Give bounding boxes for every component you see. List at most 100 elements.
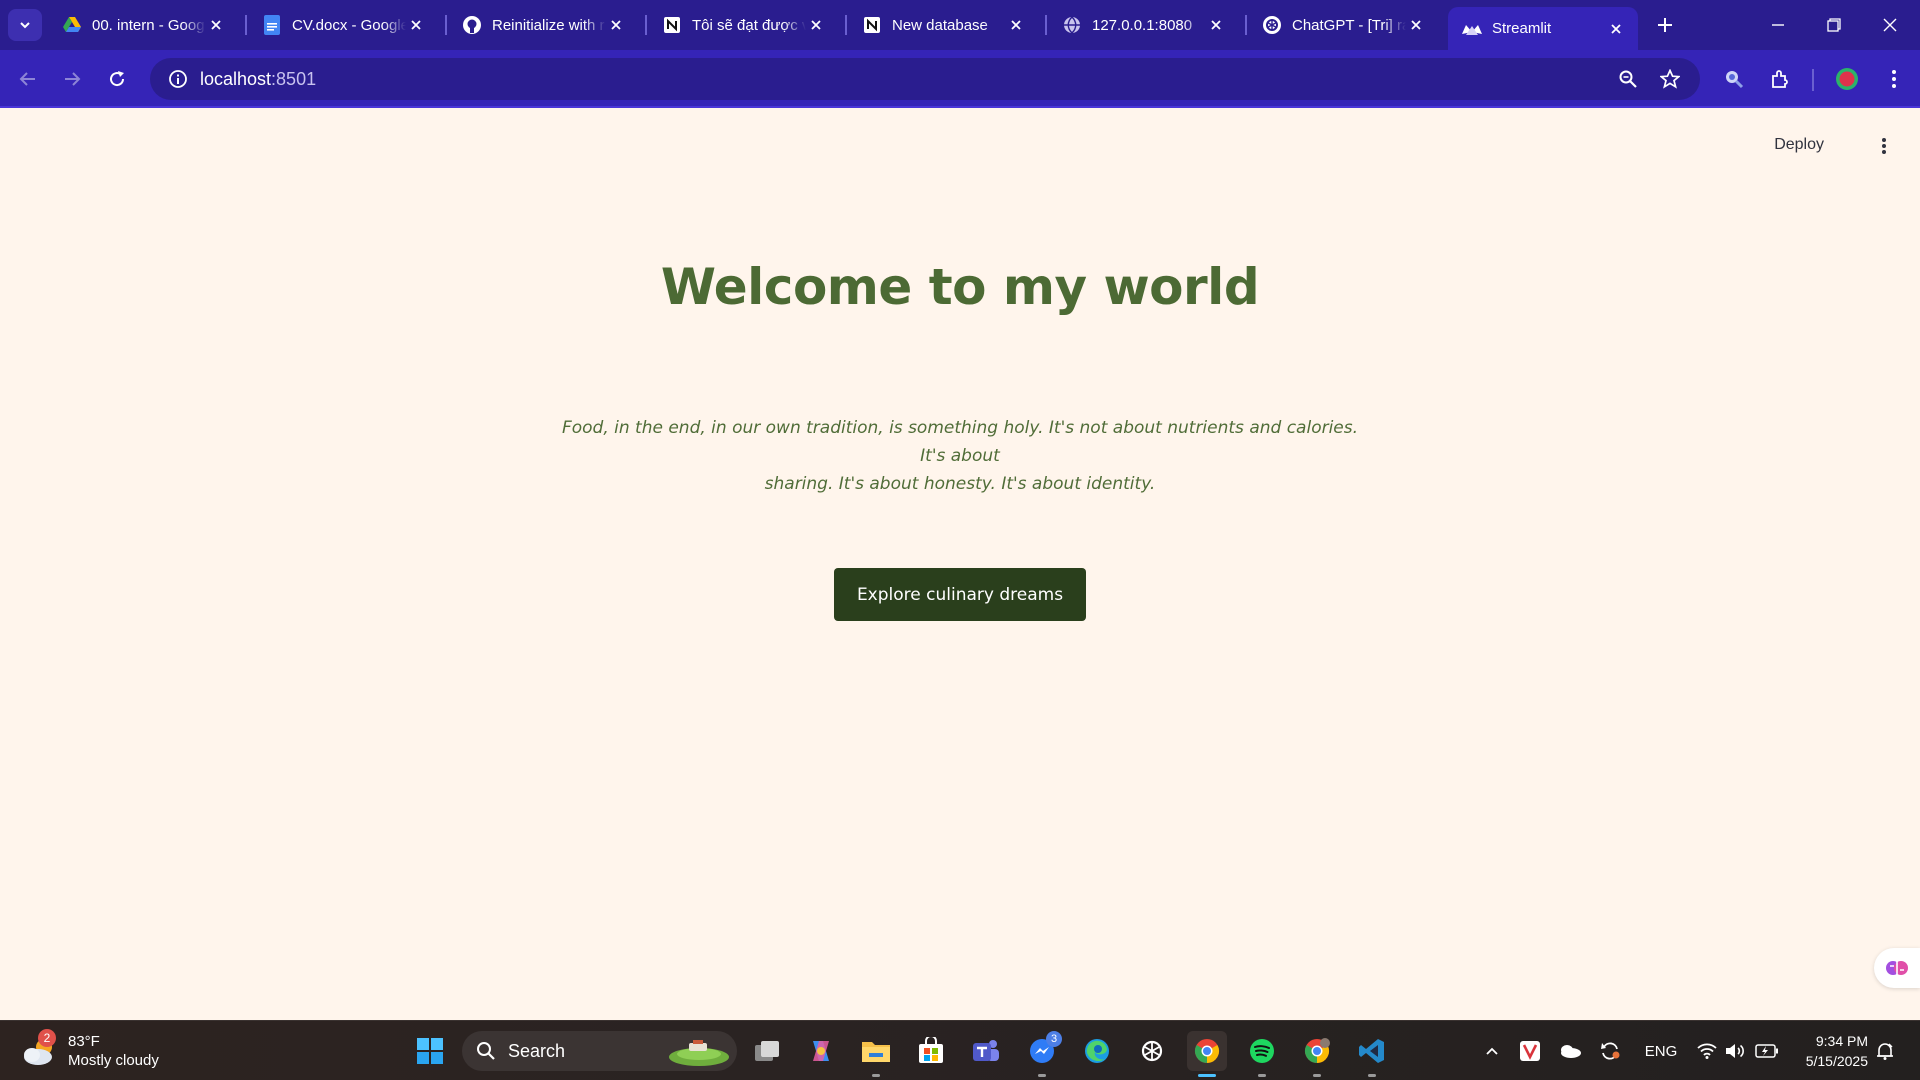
wifi-icon[interactable]	[1694, 1031, 1720, 1071]
close-icon[interactable]	[1406, 15, 1426, 35]
profile-avatar[interactable]	[1830, 63, 1864, 95]
plus-icon	[1658, 18, 1672, 32]
forward-button[interactable]	[56, 63, 88, 95]
battery-icon[interactable]	[1752, 1031, 1782, 1071]
extensions-puzzle-icon[interactable]	[1764, 63, 1798, 95]
running-indicator	[872, 1074, 880, 1077]
restore-button[interactable]	[1806, 0, 1862, 50]
notifications-button[interactable]	[1870, 1031, 1900, 1071]
minimize-icon	[1772, 24, 1784, 26]
search-icon	[477, 1042, 495, 1060]
tab-title: CV.docx - Google	[292, 16, 406, 34]
back-button[interactable]	[12, 63, 44, 95]
volume-icon[interactable]	[1722, 1031, 1748, 1071]
address-bar[interactable]: localhost:8501	[150, 58, 1700, 100]
close-window-button[interactable]	[1862, 0, 1918, 50]
task-view-icon[interactable]	[747, 1031, 787, 1071]
chatgpt-app-icon[interactable]	[1132, 1031, 1172, 1071]
reload-icon	[110, 71, 125, 87]
close-icon[interactable]	[606, 15, 626, 35]
running-indicator	[1368, 1074, 1376, 1077]
openai-icon	[1262, 15, 1282, 35]
explore-culinary-dreams-button[interactable]: Explore culinary dreams	[834, 568, 1086, 621]
floating-assistant-widget[interactable]	[1874, 948, 1920, 988]
tab-separator	[1045, 15, 1047, 35]
new-tab-button[interactable]	[1650, 10, 1680, 40]
tab-title: Reinitialize with r	[492, 16, 605, 34]
chrome-profile-icon[interactable]	[1297, 1031, 1337, 1077]
running-indicator	[1198, 1074, 1216, 1077]
arrow-left-icon	[19, 72, 35, 86]
weather-badge: 2	[38, 1029, 56, 1047]
chrome-icon[interactable]	[1187, 1031, 1227, 1077]
partly-cloudy-icon: 2	[20, 1029, 60, 1071]
language-indicator[interactable]: ENG	[1640, 1031, 1682, 1071]
onedrive-icon[interactable]	[1555, 1031, 1585, 1071]
reload-button[interactable]	[101, 63, 133, 95]
close-icon[interactable]	[1606, 19, 1626, 39]
weather-condition: Mostly cloudy	[68, 1052, 159, 1069]
windows-logo-icon	[417, 1038, 443, 1064]
vscode-icon[interactable]	[1352, 1031, 1392, 1077]
site-info-icon[interactable]	[156, 69, 200, 89]
google-docs-icon	[262, 15, 282, 35]
close-icon[interactable]	[406, 15, 426, 35]
tab-cv-docx[interactable]: CV.docx - Google	[248, 7, 438, 43]
sync-icon[interactable]	[1595, 1031, 1625, 1071]
tab-localhost-8080[interactable]: 127.0.0.1:8080	[1048, 7, 1238, 43]
bookmark-star-icon[interactable]	[1652, 58, 1688, 100]
weather-widget[interactable]: 2 83°F Mostly cloudy	[20, 1029, 159, 1073]
copilot-icon[interactable]	[801, 1031, 841, 1071]
minimize-button[interactable]	[1750, 0, 1806, 50]
close-icon[interactable]	[206, 15, 226, 35]
extension-search-icon[interactable]	[1717, 63, 1751, 95]
tab-separator	[645, 15, 647, 35]
brain-icon	[1886, 961, 1908, 975]
teams-icon[interactable]	[966, 1031, 1006, 1071]
tab-separator	[445, 15, 447, 35]
tab-notion-goals[interactable]: Tôi sẽ đạt được v	[648, 7, 838, 43]
vivaldi-tray-icon[interactable]	[1515, 1031, 1545, 1071]
tab-title: 00. intern - Goog	[92, 16, 205, 34]
tab-new-database[interactable]: New database	[848, 7, 1038, 43]
taskbar-search[interactable]: Search	[462, 1031, 737, 1071]
tab-search-button[interactable]	[8, 9, 42, 41]
kebab-menu-icon	[1892, 70, 1896, 88]
edge-icon[interactable]	[1077, 1031, 1117, 1071]
tab-title: ChatGPT - [Tri] ra	[1292, 16, 1406, 34]
show-hidden-icons-button[interactable]	[1478, 1031, 1506, 1071]
running-indicator	[1313, 1074, 1321, 1077]
tab-title: 127.0.0.1:8080	[1092, 16, 1193, 34]
close-icon[interactable]	[1006, 15, 1026, 35]
start-button[interactable]	[410, 1031, 450, 1071]
tab-github[interactable]: Reinitialize with r	[448, 7, 638, 43]
google-drive-icon	[62, 15, 82, 35]
system-clock[interactable]: 9:34 PM 5/15/2025	[1806, 1031, 1868, 1071]
tab-streamlit[interactable]: Streamlit	[1448, 7, 1638, 50]
quote-line: sharing. It's about honesty. It's about …	[764, 474, 1156, 494]
toolbar-divider	[1812, 69, 1814, 91]
messenger-icon[interactable]: 3	[1022, 1031, 1062, 1077]
tab-separator	[845, 15, 847, 35]
zoom-icon[interactable]	[1610, 58, 1646, 100]
tab-drive[interactable]: 00. intern - Goog	[48, 7, 238, 43]
search-highlight-art	[669, 1040, 729, 1066]
microsoft-store-icon[interactable]	[911, 1031, 951, 1071]
notion-icon	[662, 15, 682, 35]
browser-menu-button[interactable]	[1877, 63, 1911, 95]
tab-title: Tôi sẽ đạt được v	[692, 16, 806, 34]
app-menu-button[interactable]	[1872, 134, 1896, 158]
tab-chatgpt[interactable]: ChatGPT - [Tri] ra	[1248, 7, 1438, 43]
clock-date: 5/15/2025	[1805, 1053, 1868, 1069]
file-explorer-icon[interactable]	[856, 1031, 896, 1077]
streamlit-icon	[1462, 19, 1482, 39]
deploy-button[interactable]: Deploy	[1774, 136, 1824, 154]
clock-time: 9:34 PM	[1815, 1033, 1868, 1049]
close-icon[interactable]	[806, 15, 826, 35]
bell-icon	[1877, 1043, 1893, 1060]
browser-tab-strip: 00. intern - Goog CV.docx - Google Reini…	[0, 0, 1920, 50]
spotify-icon[interactable]	[1242, 1031, 1282, 1077]
close-icon[interactable]	[1206, 15, 1226, 35]
page-title: Welcome to my world	[660, 258, 1260, 316]
weather-text: 83°F Mostly cloudy	[68, 1032, 159, 1070]
